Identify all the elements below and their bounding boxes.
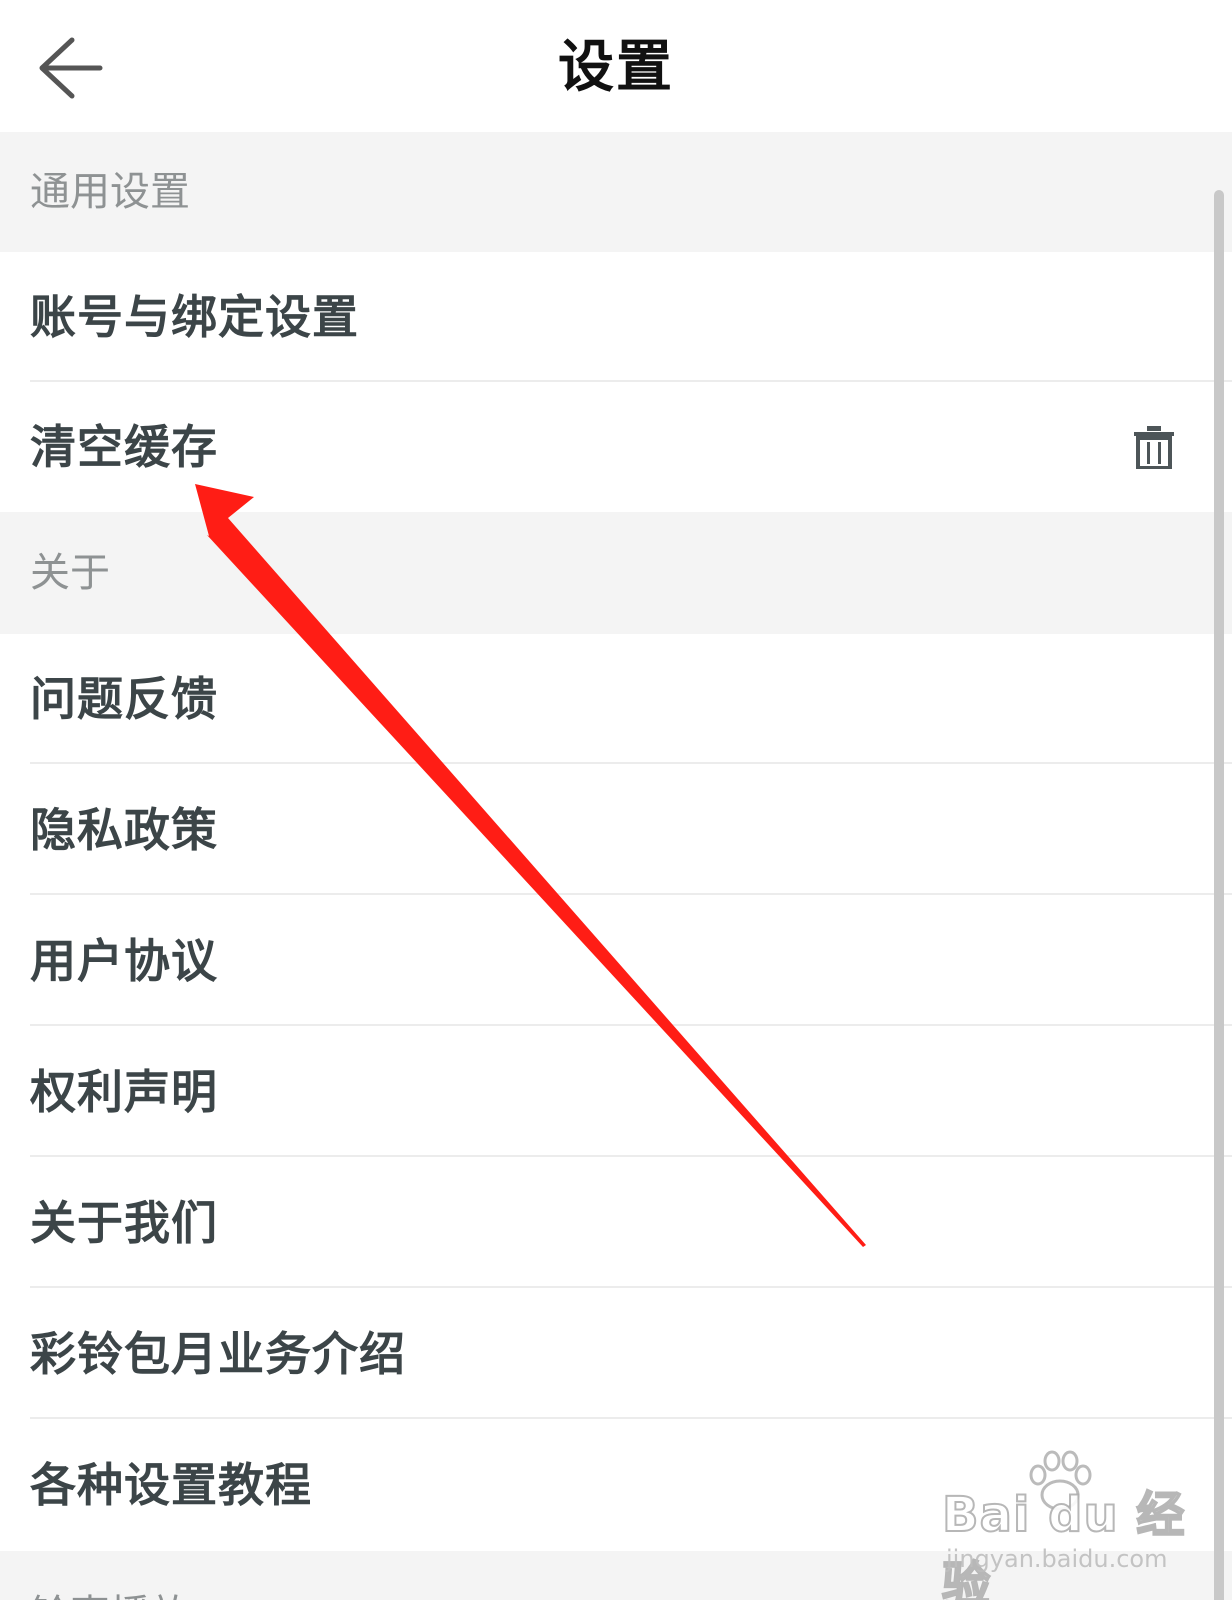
settings-item-rights-statement[interactable]: 权利声明 <box>0 1027 1232 1157</box>
settings-item-ringtone-plan[interactable]: 彩铃包月业务介绍 <box>0 1289 1232 1419</box>
settings-item-about-us[interactable]: 关于我们 <box>0 1158 1232 1288</box>
watermark-logo: Bai du 经验 <box>941 1486 1186 1600</box>
nav-bar: 设置 <box>0 0 1232 132</box>
watermark-url: jingyan.baidu.com <box>946 1545 1168 1573</box>
settings-item-account-binding[interactable]: 账号与绑定设置 <box>0 252 1232 382</box>
scrollbar[interactable] <box>1214 190 1224 1600</box>
settings-item-label: 用户协议 <box>30 934 218 988</box>
row-divider <box>30 762 1232 764</box>
row-divider <box>30 1155 1232 1157</box>
settings-item-label: 关于我们 <box>30 1196 218 1250</box>
settings-item-privacy-policy[interactable]: 隐私政策 <box>0 765 1232 895</box>
settings-item-user-agreement[interactable]: 用户协议 <box>0 896 1232 1026</box>
row-divider <box>30 1286 1232 1288</box>
row-divider <box>30 1024 1232 1026</box>
settings-item-label: 权利声明 <box>30 1065 218 1119</box>
row-divider <box>30 1417 1232 1419</box>
settings-item-label: 彩铃包月业务介绍 <box>30 1327 406 1381</box>
settings-screen: 设置 通用设置 账号与绑定设置 清空缓存 关于 问题反馈 隐私政策 用户协议 权… <box>0 0 1232 1600</box>
settings-item-label: 问题反馈 <box>30 672 218 726</box>
settings-item-label: 隐私政策 <box>30 803 218 857</box>
settings-item-feedback[interactable]: 问题反馈 <box>0 634 1232 764</box>
trash-icon[interactable] <box>1132 425 1176 469</box>
watermark: Bai du 经验 jingyan.baidu.com <box>941 1450 1192 1600</box>
section-header-general: 通用设置 <box>0 132 1232 252</box>
section-header-about: 关于 <box>0 512 1232 634</box>
page-title: 设置 <box>558 35 674 100</box>
settings-item-label: 账号与绑定设置 <box>30 290 359 344</box>
settings-item-clear-cache[interactable]: 清空缓存 <box>0 382 1232 512</box>
settings-item-label: 各种设置教程 <box>30 1458 312 1512</box>
row-divider <box>30 893 1232 895</box>
settings-item-label: 清空缓存 <box>30 420 218 474</box>
